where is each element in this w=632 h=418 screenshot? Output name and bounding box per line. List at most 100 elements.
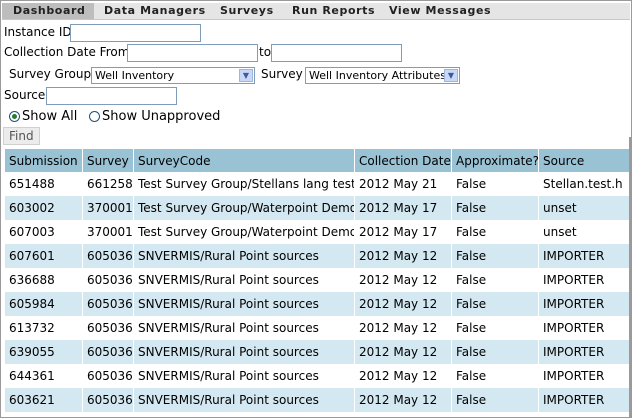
table-cell: 605036 — [82, 268, 134, 292]
table-cell: IMPORTER — [538, 316, 629, 340]
table-cell: 2012 May 12 — [354, 244, 452, 268]
table-cell: 605036 — [82, 292, 134, 316]
table-cell: Test Survey Group/Stellans lang test — [133, 172, 355, 196]
menu-dashboard[interactable]: Dashboard — [2, 3, 94, 19]
table-cell: 605036 — [82, 316, 134, 340]
table-cell: False — [451, 340, 539, 364]
table-cell: SNVERMIS/Rural Point sources — [133, 364, 355, 388]
column-header[interactable]: Survey — [82, 149, 134, 172]
table-cell: False — [451, 268, 539, 292]
table-cell: False — [451, 220, 539, 244]
top-menu-bar: Dashboard Data Managers Surveys Run Repo… — [2, 3, 630, 20]
table-row[interactable]: 644361 605036 SNVERMIS/Rural Point sources… — [4, 364, 629, 388]
table-cell: SNVERMIS/Rural Point sources — [133, 388, 355, 412]
collection-date-from-input[interactable] — [127, 44, 258, 62]
table-cell: False — [451, 364, 539, 388]
table-cell: 370001 — [82, 196, 134, 220]
table-row[interactable]: 607003 370001 Test Survey Group/Waterpoint… — [4, 220, 629, 244]
scrollbar[interactable] — [629, 137, 631, 417]
table-cell: 605036 — [82, 388, 134, 412]
table-cell: 651488 — [4, 172, 83, 196]
table-cell: 603621 — [4, 388, 83, 412]
show-unapproved-label[interactable]: Show Unapproved — [102, 109, 220, 124]
table-cell: Test Survey Group/Waterpoint Demo — [133, 220, 355, 244]
table-cell: unset — [538, 196, 629, 220]
show-all-radio[interactable] — [9, 111, 20, 122]
table-cell: False — [451, 196, 539, 220]
table-cell: IMPORTER — [538, 388, 629, 412]
table-cell: 607003 — [4, 220, 83, 244]
submissions-table: Submission Survey SurveyCode Collection Dat… — [4, 149, 629, 412]
survey-label: Survey — [261, 67, 303, 81]
table-cell: SNVERMIS/Rural Point sources — [133, 244, 355, 268]
table-cell: False — [451, 316, 539, 340]
table-cell: SNVERMIS/Rural Point sources — [133, 316, 355, 340]
chevron-down-icon: ▼ — [444, 69, 458, 82]
table-row[interactable]: 603621 605036 SNVERMIS/Rural Point sources… — [4, 388, 629, 412]
table-cell: 2012 May 17 — [354, 220, 452, 244]
instance-id-label: Instance ID — [4, 25, 72, 39]
column-header[interactable]: SurveyCode — [133, 149, 355, 172]
table-cell: 605984 — [4, 292, 83, 316]
collection-date-from-label: Collection Date From — [4, 45, 130, 59]
table-row[interactable]: 639055 605036 SNVERMIS/Rural Point sources… — [4, 340, 629, 364]
column-header[interactable]: Source — [538, 149, 629, 172]
table-cell: 2012 May 12 — [354, 364, 452, 388]
table-cell: 2012 May 12 — [354, 316, 452, 340]
survey-group-label: Survey Group — [9, 67, 92, 81]
app-frame: Dashboard Data Managers Surveys Run Repo… — [0, 0, 632, 418]
table-cell: 605036 — [82, 364, 134, 388]
show-unapproved-radio[interactable] — [89, 111, 100, 122]
column-header[interactable]: Collection Date — [354, 149, 452, 172]
table-cell: IMPORTER — [538, 292, 629, 316]
column-header[interactable]: Submission — [4, 149, 83, 172]
table-row[interactable]: 607601 605036 SNVERMIS/Rural Point sources… — [4, 244, 629, 268]
collection-date-to-input[interactable] — [271, 44, 402, 62]
menu-view-messages[interactable]: View Messages — [389, 3, 491, 19]
table-cell: 644361 — [4, 364, 83, 388]
table-cell: 2012 May 21 — [354, 172, 452, 196]
source-input[interactable] — [46, 87, 177, 105]
table-row[interactable]: 605984 605036 SNVERMIS/Rural Point sources… — [4, 292, 629, 316]
table-cell: 603002 — [4, 196, 83, 220]
table-cell: SNVERMIS/Rural Point sources — [133, 268, 355, 292]
menu-run-reports[interactable]: Run Reports — [292, 3, 375, 19]
table-row[interactable]: 651488 661258 Test Survey Group/Stellans l… — [4, 172, 629, 196]
survey-group-select[interactable]: Well Inventory ▼ — [91, 67, 255, 84]
table-cell: 2012 May 12 — [354, 388, 452, 412]
table-cell: Test Survey Group/Waterpoint Demo — [133, 196, 355, 220]
table-cell: Stellan.test.h — [538, 172, 629, 196]
table-cell: SNVERMIS/Rural Point sources — [133, 340, 355, 364]
table-cell: False — [451, 292, 539, 316]
table-cell: 605036 — [82, 244, 134, 268]
table-cell: 605036 — [82, 340, 134, 364]
collection-date-to-label: to — [259, 45, 272, 59]
table-cell: 2012 May 12 — [354, 268, 452, 292]
table-cell: IMPORTER — [538, 340, 629, 364]
table-cell: IMPORTER — [538, 268, 629, 292]
table-body: 651488 661258 Test Survey Group/Stellans l… — [4, 172, 629, 412]
table-header-row: Submission Survey SurveyCode Collection Dat… — [4, 149, 629, 172]
table-cell: 607601 — [4, 244, 83, 268]
menu-surveys[interactable]: Surveys — [220, 3, 274, 19]
table-cell: False — [451, 172, 539, 196]
instance-id-input[interactable] — [70, 24, 201, 42]
find-button[interactable]: Find — [3, 127, 40, 145]
table-cell: 370001 — [82, 220, 134, 244]
table-cell: 636688 — [4, 268, 83, 292]
survey-group-value: Well Inventory — [95, 69, 175, 82]
column-header[interactable]: Approximate? — [451, 149, 539, 172]
table-cell: 613732 — [4, 316, 83, 340]
show-all-label[interactable]: Show All — [22, 109, 77, 124]
table-cell: IMPORTER — [538, 244, 629, 268]
table-cell: False — [451, 388, 539, 412]
table-row[interactable]: 613732 605036 SNVERMIS/Rural Point sources… — [4, 316, 629, 340]
table-row[interactable]: 636688 605036 SNVERMIS/Rural Point sources… — [4, 268, 629, 292]
survey-select[interactable]: Well Inventory Attributes ▼ — [305, 67, 460, 84]
source-label: Source — [4, 88, 46, 102]
menu-data-managers[interactable]: Data Managers — [104, 3, 206, 19]
table-cell: 2012 May 12 — [354, 340, 452, 364]
table-cell: 2012 May 12 — [354, 292, 452, 316]
chevron-down-icon: ▼ — [239, 69, 253, 82]
table-row[interactable]: 603002 370001 Test Survey Group/Waterpoint… — [4, 196, 629, 220]
